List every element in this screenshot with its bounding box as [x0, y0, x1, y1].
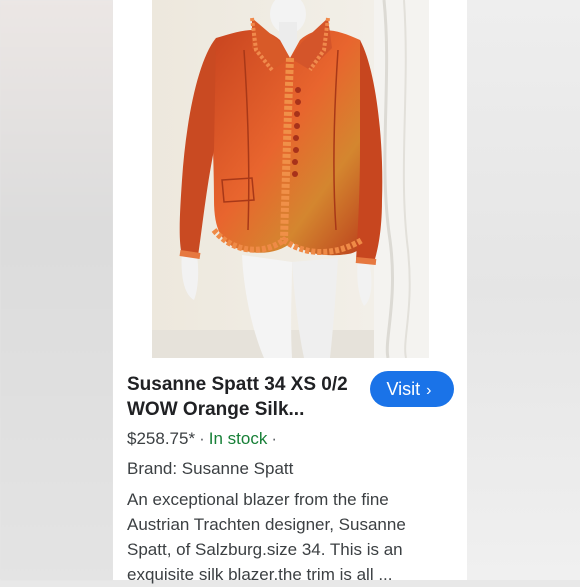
product-card[interactable]: Susanne Spatt 34 XS 0/2 WOW Orange Silk.…	[113, 0, 467, 584]
price-row: $258.75* · In stock ·	[127, 429, 281, 449]
chevron-right-icon: ›	[426, 382, 432, 399]
price: $258.75*	[127, 429, 196, 448]
stock-status: In stock	[208, 429, 268, 448]
visit-button[interactable]: Visit ›	[370, 371, 454, 407]
separator-dot: ·	[199, 429, 205, 448]
visit-button-label: Visit	[386, 379, 421, 399]
product-description: An exceptional blazer from the fine Aust…	[127, 490, 406, 584]
brand-line: Brand: Susanne Spatt	[127, 459, 294, 478]
product-image[interactable]	[152, 0, 429, 358]
background-blur-right	[467, 0, 580, 580]
background-blur-left	[0, 0, 113, 580]
blazer-on-mannequin-image	[152, 0, 429, 358]
product-title[interactable]: Susanne Spatt 34 XS 0/2 WOW Orange Silk.…	[127, 372, 357, 422]
separator-dot-trailing: ·	[271, 429, 278, 448]
